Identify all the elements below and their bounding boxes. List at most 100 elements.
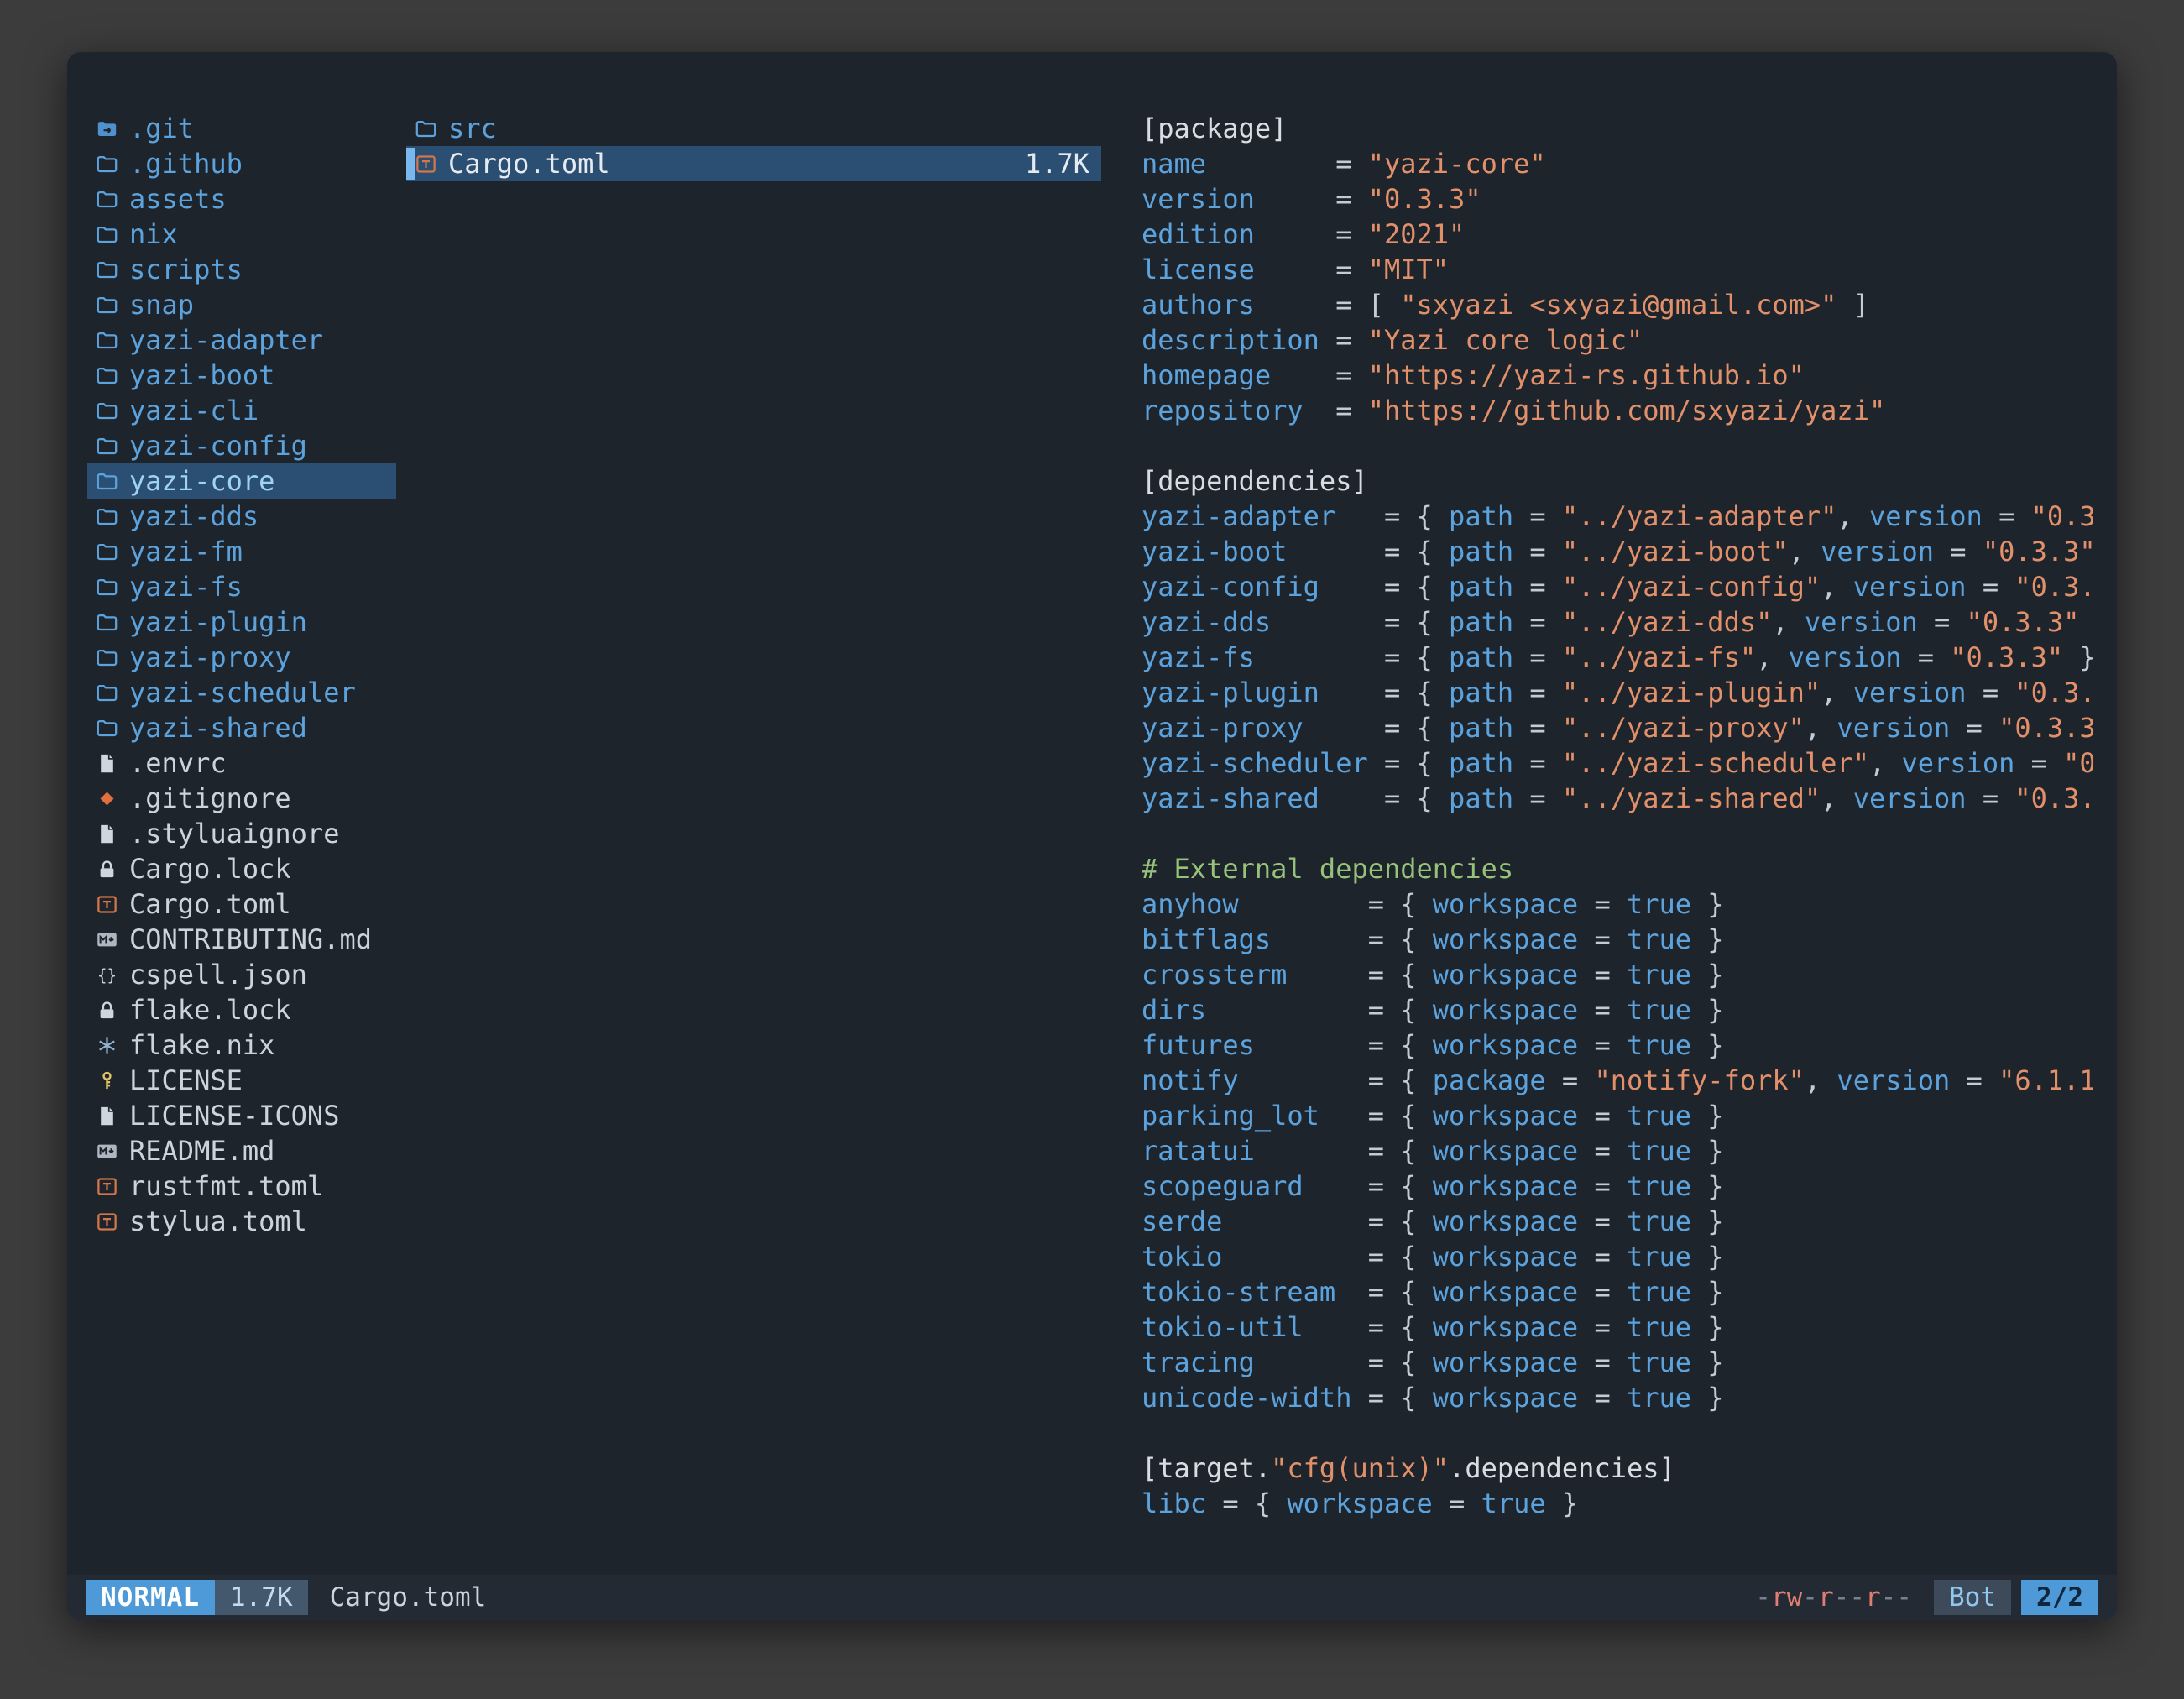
preview-line: name = "yazi-core" <box>1142 146 2093 181</box>
file-name: flake.lock <box>129 994 291 1026</box>
file-row[interactable]: .styluaignore <box>87 816 396 851</box>
lock-icon <box>96 999 129 1022</box>
folder-icon <box>96 470 129 493</box>
file-row[interactable]: README.md <box>87 1133 396 1168</box>
preview-line: tokio-stream = { workspace = true } <box>1142 1274 2093 1310</box>
file-name: snap <box>129 289 194 321</box>
file-name: Cargo.toml <box>129 888 291 920</box>
git-folder-icon <box>96 118 129 140</box>
preview-line: # External dependencies <box>1142 851 2093 886</box>
preview-line: tracing = { workspace = true } <box>1142 1345 2093 1380</box>
cursor-counter-badge: 2/2 <box>2021 1580 2098 1615</box>
preview-line: yazi-proxy = { path = "../yazi-proxy", v… <box>1142 710 2093 745</box>
file-row[interactable]: CONTRIBUTING.md <box>87 922 396 957</box>
file-name: scripts <box>129 254 243 285</box>
preview-line: [dependencies] <box>1142 463 2093 499</box>
dir-row[interactable]: .github <box>87 146 396 181</box>
preview-line: parking_lot = { workspace = true } <box>1142 1098 2093 1133</box>
preview-line: repository = "https://github.com/sxyazi/… <box>1142 393 2093 428</box>
file-name: .git <box>129 112 194 144</box>
dir-row[interactable]: .git <box>87 111 396 146</box>
preview-line: yazi-plugin = { path = "../yazi-plugin",… <box>1142 675 2093 710</box>
file-name: cspell.json <box>129 959 307 991</box>
preview-line: dirs = { workspace = true } <box>1142 992 2093 1027</box>
preview-line: scopeguard = { workspace = true } <box>1142 1168 2093 1204</box>
file-row[interactable]: .gitignore <box>87 781 396 816</box>
preview-line: yazi-scheduler = { path = "../yazi-sched… <box>1142 745 2093 781</box>
folder-icon <box>96 646 129 669</box>
preview-line: license = "MIT" <box>1142 252 2093 287</box>
mode-badge: NORMAL <box>86 1580 215 1615</box>
file-manager-panes: .git.githubassetsnixscripts snapyazi-adap… <box>87 111 2093 1566</box>
dir-row[interactable]: yazi-plugin <box>87 604 396 640</box>
preview-line: tokio = { workspace = true } <box>1142 1239 2093 1274</box>
preview-line: edition = "2021" <box>1142 217 2093 252</box>
lock-icon <box>96 858 129 881</box>
dir-row[interactable]: scripts <box>87 252 396 287</box>
file-name: .styluaignore <box>129 818 339 850</box>
preview-line: [target."cfg(unix)".dependencies] <box>1142 1451 2093 1486</box>
dir-row[interactable]: yazi-cli <box>87 393 396 428</box>
preview-line <box>1142 1415 2093 1451</box>
preview-line: ratatui = { workspace = true } <box>1142 1133 2093 1168</box>
file-row[interactable]: LICENSE-ICONS <box>87 1098 396 1133</box>
preview-line <box>1142 816 2093 851</box>
file-name: CONTRIBUTING.md <box>129 923 372 955</box>
preview-line: yazi-fs = { path = "../yazi-fs", version… <box>1142 640 2093 675</box>
file-row[interactable]: flake.nix <box>87 1027 396 1063</box>
scroll-position-badge: Bot <box>1934 1580 2011 1615</box>
toml-icon <box>96 893 129 916</box>
toml-icon <box>415 153 448 175</box>
folder-icon <box>96 188 129 211</box>
file-name: README.md <box>129 1135 274 1167</box>
dir-row[interactable]: yazi-fs <box>87 569 396 604</box>
preview-line: description = "Yazi core logic" <box>1142 322 2093 358</box>
file-size: 1.7K <box>1015 148 1089 180</box>
file-row[interactable]: LICENSE <box>87 1063 396 1098</box>
dir-row[interactable]: yazi-dds <box>87 499 396 534</box>
file-name: .gitignore <box>129 782 291 814</box>
file-row[interactable]: Cargo.lock <box>87 851 396 886</box>
file-row[interactable]: {}cspell.json <box>87 957 396 992</box>
file-name: yazi-core <box>129 465 274 497</box>
dir-row[interactable]: yazi-fm <box>87 534 396 569</box>
folder-icon <box>96 611 129 634</box>
folder-icon <box>96 294 129 316</box>
dir-row[interactable]: yazi-adapter <box>87 322 396 358</box>
file-icon <box>96 752 129 775</box>
dir-row[interactable]: yazi-proxy <box>87 640 396 675</box>
toml-icon <box>96 1175 129 1198</box>
preview-line: bitflags = { workspace = true } <box>1142 922 2093 957</box>
file-row[interactable]: rustfmt.toml <box>87 1168 396 1204</box>
dir-row[interactable]: yazi-scheduler <box>87 675 396 710</box>
file-name: flake.nix <box>129 1029 274 1061</box>
preview-line: crossterm = { workspace = true } <box>1142 957 2093 992</box>
markdown-icon <box>96 1140 129 1163</box>
folder-icon <box>96 153 129 175</box>
nix-icon <box>96 1034 129 1057</box>
file-row[interactable]: Cargo.toml1.7K <box>406 146 1101 181</box>
file-name: stylua.toml <box>129 1205 307 1237</box>
dir-row[interactable]: yazi-config <box>87 428 396 463</box>
file-row[interactable]: flake.lock <box>87 992 396 1027</box>
file-row[interactable]: .envrc <box>87 745 396 781</box>
file-row[interactable]: Cargo.toml <box>87 886 396 922</box>
file-permissions: -rw-r--r-- <box>1755 1582 1912 1613</box>
dir-row[interactable]: yazi-core <box>87 463 396 499</box>
dir-row[interactable]: src <box>406 111 1101 146</box>
dir-row[interactable]: yazi-shared <box>87 710 396 745</box>
dir-row[interactable]: nix <box>87 217 396 252</box>
file-row[interactable]: stylua.toml <box>87 1204 396 1239</box>
dir-row[interactable]: yazi-boot <box>87 358 396 393</box>
preview-line: unicode-width = { workspace = true } <box>1142 1380 2093 1415</box>
status-filename: Cargo.toml <box>330 1582 487 1613</box>
file-name: yazi-proxy <box>129 641 291 673</box>
preview-line: yazi-dds = { path = "../yazi-dds", versi… <box>1142 604 2093 640</box>
dir-row[interactable]: snap <box>87 287 396 322</box>
file-name: yazi-cli <box>129 395 259 426</box>
dir-row[interactable]: assets <box>87 181 396 217</box>
preview-line: version = "0.3.3" <box>1142 181 2093 217</box>
preview-line: homepage = "https://yazi-rs.github.io" <box>1142 358 2093 393</box>
folder-icon <box>96 329 129 352</box>
preview-line: yazi-boot = { path = "../yazi-boot", ver… <box>1142 534 2093 569</box>
